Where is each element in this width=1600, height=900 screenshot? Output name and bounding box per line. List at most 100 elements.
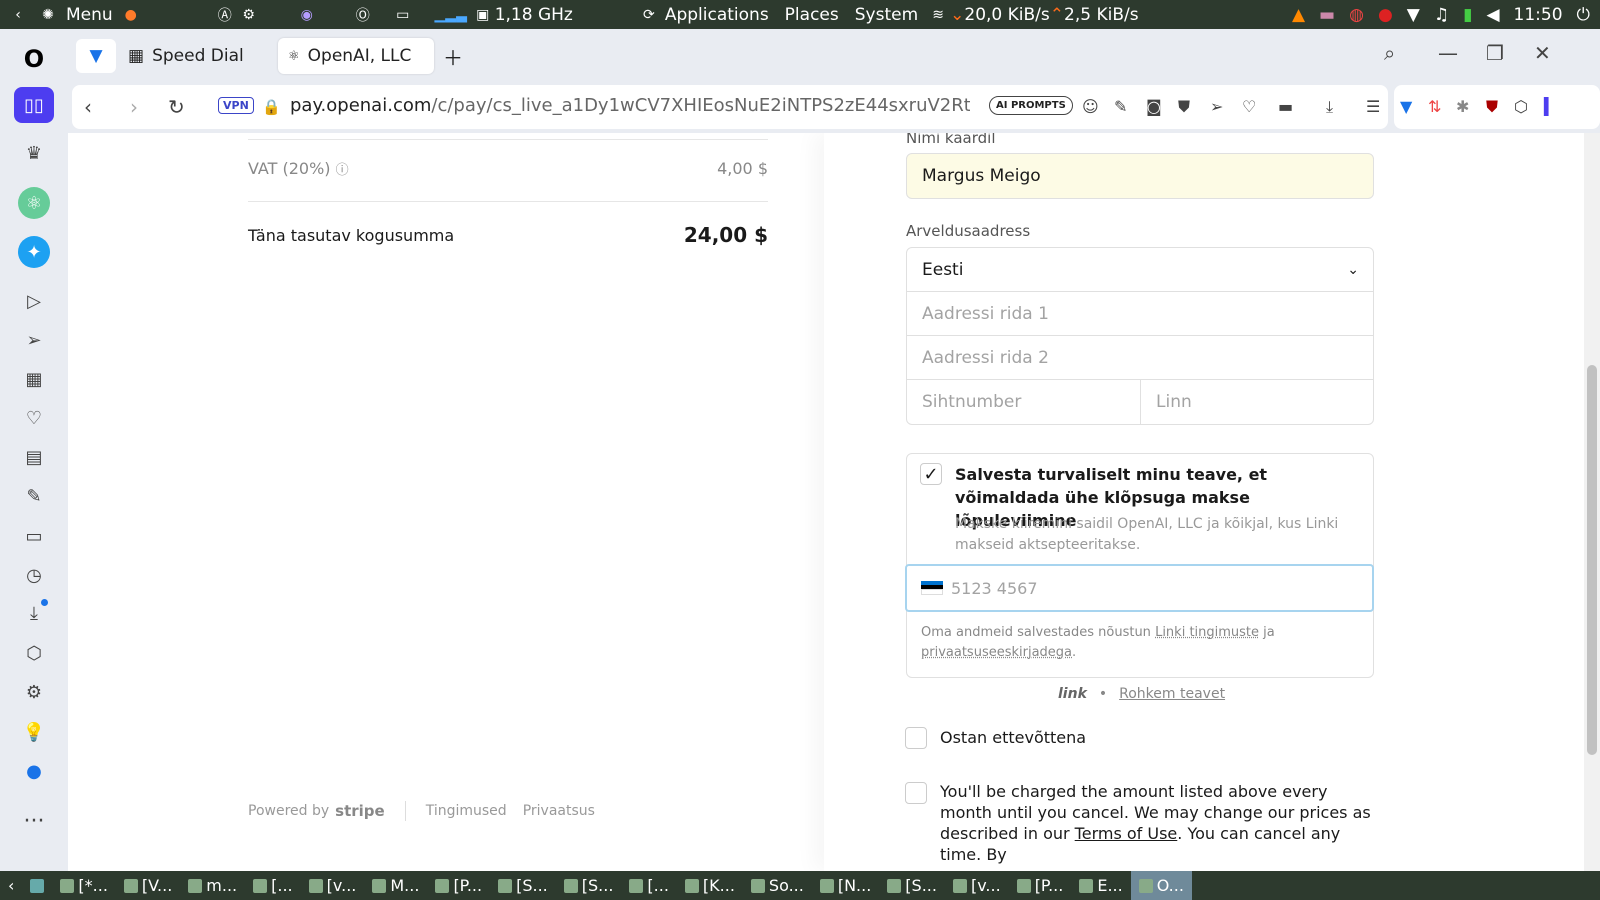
address-line1-input[interactable]: Aadressi rida 1: [906, 291, 1374, 336]
tabs-icon[interactable]: ▭: [14, 518, 54, 554]
history-icon[interactable]: ◷: [14, 557, 54, 593]
ublock-icon[interactable]: ⛊: [1486, 97, 1498, 117]
postal-code-input[interactable]: Sihtnumber: [906, 379, 1141, 425]
extension-puzzle-icon[interactable]: ✱: [1456, 97, 1469, 116]
taskbar-item[interactable]: [v...: [301, 871, 365, 900]
save-info-checkbox[interactable]: ✓: [920, 463, 942, 485]
lightbulb-icon[interactable]: 💡: [14, 714, 54, 750]
volume-icon[interactable]: ◀: [1486, 5, 1499, 25]
taskbar-item[interactable]: [...: [245, 871, 301, 900]
camera-icon[interactable]: ◙: [1146, 97, 1162, 116]
vlc-icon[interactable]: ▲: [1292, 5, 1305, 25]
business-label[interactable]: Ostan ettevõttena: [940, 727, 1086, 748]
taskbar-item[interactable]: [v...: [945, 871, 1009, 900]
page-scrollbar[interactable]: [1584, 133, 1600, 871]
stripe-logo[interactable]: stripe: [335, 802, 385, 820]
taskbar-item[interactable]: E...: [1071, 871, 1130, 900]
gear-icon[interactable]: ⚙: [14, 674, 54, 710]
extension-box-icon[interactable]: ⬡: [1514, 97, 1528, 116]
vpn-badge[interactable]: VPN: [218, 97, 254, 114]
taskbar-item[interactable]: [S...: [879, 871, 945, 900]
menu-label[interactable]: Menu: [66, 5, 113, 25]
reload-icon[interactable]: ↻: [168, 95, 185, 119]
news-icon[interactable]: ▤: [14, 439, 54, 475]
taskbar-item[interactable]: M...: [364, 871, 427, 900]
shield-icon[interactable]: ⛊: [1178, 97, 1190, 117]
taskbar-item[interactable]: [*...: [52, 871, 116, 900]
terms-link[interactable]: Tingimused: [426, 803, 507, 819]
crown-icon[interactable]: ♛: [14, 135, 54, 171]
chatgpt-icon[interactable]: ⚛: [18, 187, 50, 219]
speed-dial-icon[interactable]: ▦: [14, 361, 54, 397]
emoji-icon[interactable]: ☺: [1082, 97, 1099, 116]
learn-more-link[interactable]: Rohkem teavet: [1119, 686, 1225, 702]
opera-panel-icon[interactable]: Ⓞ: [351, 4, 375, 26]
heart-icon[interactable]: ♡: [14, 400, 54, 436]
ai-prompts-button[interactable]: AI PROMPTS: [989, 96, 1073, 115]
taskbar-item[interactable]: So...: [743, 871, 812, 900]
edit-icon[interactable]: ✎: [1114, 97, 1127, 116]
send-icon[interactable]: ➢: [14, 322, 54, 358]
country-select[interactable]: Eesti ⌄: [906, 247, 1374, 292]
battery-saver-icon[interactable]: ▬: [1278, 97, 1293, 116]
pinboard-icon[interactable]: ✎: [14, 478, 54, 514]
chevron-left-icon[interactable]: ‹: [6, 4, 30, 26]
business-checkbox[interactable]: [905, 727, 927, 749]
scroll-thumb[interactable]: [1587, 365, 1597, 755]
clock[interactable]: 11:50: [1514, 5, 1563, 25]
podcast-icon[interactable]: ◉: [295, 4, 319, 26]
download-icon[interactable]: ⤓: [1326, 97, 1333, 117]
close-window-button[interactable]: ✕: [1534, 41, 1551, 65]
taskbar-item[interactable]: [N...: [812, 871, 879, 900]
link-privacy-link[interactable]: privaatsuseeskirjadega: [921, 645, 1072, 660]
back-icon[interactable]: ‹: [84, 95, 92, 119]
taskbar-item[interactable]: [S...: [490, 871, 556, 900]
extensions-icon[interactable]: ⬡: [14, 635, 54, 671]
taskbar-item[interactable]: [V...: [116, 871, 180, 900]
applications-menu[interactable]: Applications: [665, 5, 769, 25]
taskbar-item[interactable]: m...: [180, 871, 245, 900]
info-icon[interactable]: ⓘ: [336, 163, 349, 178]
url-field[interactable]: pay.openai.com/c/pay/cs_live_a1Dy1wCV7XH…: [290, 95, 970, 116]
system-menu[interactable]: ‹ ✺ Menu ●: [6, 4, 143, 26]
terminal-icon[interactable]: ▭: [391, 4, 415, 26]
wifi-icon[interactable]: ▼: [1407, 5, 1420, 25]
sidebar-toggle-icon[interactable]: ▍: [1544, 97, 1556, 116]
tab-speed-dial[interactable]: ▦ Speed Dial: [118, 38, 254, 74]
address-line2-input[interactable]: Aadressi rida 2: [906, 335, 1374, 380]
more-icon[interactable]: ···: [14, 803, 54, 839]
extension-arrows-icon[interactable]: ⇅: [1428, 97, 1441, 116]
link-terms-link[interactable]: Linki tingimuste: [1155, 625, 1259, 640]
player-icon[interactable]: ▷: [14, 283, 54, 319]
lock-icon[interactable]: 🔒: [262, 98, 281, 116]
appimage-icon[interactable]: Ⓐ: [213, 4, 237, 26]
bell-icon[interactable]: ♫: [1434, 5, 1449, 25]
tab-islands-icon[interactable]: ▼: [76, 39, 116, 73]
taskbar-item[interactable]: [...: [621, 871, 677, 900]
chrome-icon[interactable]: ◍: [1349, 5, 1364, 25]
record-icon[interactable]: ●: [1378, 5, 1393, 25]
city-input[interactable]: Linn: [1140, 379, 1374, 425]
chat-bubble-icon[interactable]: ●: [14, 753, 54, 789]
firefox-icon[interactable]: ●: [119, 4, 143, 26]
taskbar-item[interactable]: [P...: [427, 871, 490, 900]
settings-icon[interactable]: ⚙: [237, 4, 261, 26]
power-icon[interactable]: ⏻: [1577, 5, 1590, 25]
extension-v-icon[interactable]: ▼: [1400, 97, 1412, 116]
terms-of-use-link[interactable]: Terms of Use: [1075, 824, 1178, 843]
minimize-button[interactable]: —: [1438, 41, 1458, 65]
tab-openai[interactable]: ⚛ OpenAI, LLC: [278, 38, 434, 74]
system-menu-item[interactable]: System: [855, 5, 918, 25]
terms-consent-checkbox[interactable]: [905, 782, 927, 804]
easy-setup-icon[interactable]: ☰: [1366, 97, 1380, 116]
workspaces-icon[interactable]: ▯▯: [14, 87, 54, 123]
opera-logo-icon[interactable]: O: [14, 41, 54, 77]
taskbar-item[interactable]: [K...: [677, 871, 743, 900]
search-tabs-icon[interactable]: ⌕: [1384, 41, 1395, 65]
new-tab-button[interactable]: ＋: [443, 39, 463, 73]
taskbar-scroll-left-icon[interactable]: ‹: [0, 871, 22, 900]
places-menu[interactable]: Places: [785, 5, 839, 25]
battery-icon[interactable]: ▮: [1463, 5, 1472, 25]
send-icon[interactable]: ➢: [1210, 97, 1223, 116]
heart-icon[interactable]: ♡: [1242, 97, 1256, 116]
